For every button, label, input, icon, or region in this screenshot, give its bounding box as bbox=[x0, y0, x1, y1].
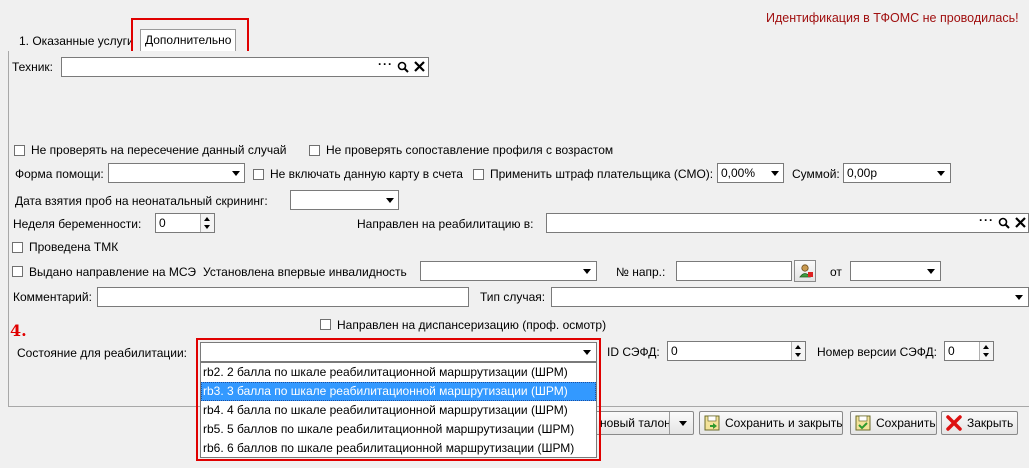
help-form-label: Форма помощи: bbox=[15, 167, 104, 181]
save-close-icon bbox=[704, 415, 720, 431]
chevron-down-icon[interactable] bbox=[1015, 295, 1023, 300]
chevron-down-icon[interactable] bbox=[386, 198, 394, 203]
clear-icon[interactable] bbox=[414, 61, 425, 72]
close-icon bbox=[946, 415, 962, 431]
rehab-option-rb5[interactable]: rb5. 5 баллов по шкале реабилитационной … bbox=[201, 420, 596, 439]
pregnancy-week-label: Неделя беременности: bbox=[13, 217, 142, 231]
save-close-label: Сохранить и закрыть bbox=[725, 416, 843, 430]
tfoms-alert: Идентификация в ТФОМС не проводилась! bbox=[766, 11, 1019, 25]
mse-referral-checkbox[interactable] bbox=[12, 266, 23, 277]
save-icon bbox=[855, 415, 871, 431]
save-close-button[interactable]: Сохранить и закрыть bbox=[699, 411, 843, 435]
help-form-dropdown[interactable] bbox=[108, 163, 245, 183]
exclude-from-invoice-label: Не включать данную карту в счета bbox=[270, 167, 463, 181]
no-check-profile-age-checkbox[interactable] bbox=[309, 145, 320, 156]
close-button[interactable]: Закрыть bbox=[941, 411, 1018, 435]
tab-provided-services[interactable]: 1. Оказанные услуги bbox=[14, 30, 139, 52]
sefd-id-spin[interactable] bbox=[791, 342, 805, 360]
sum-dropdown[interactable]: 0,00р bbox=[843, 163, 951, 183]
chevron-down-icon[interactable] bbox=[927, 269, 935, 274]
disability-label: Установлена впервые инвалидность bbox=[203, 265, 407, 279]
tmk-checkbox[interactable] bbox=[12, 242, 23, 253]
new-ticket-button[interactable]: новый талон bbox=[590, 411, 694, 435]
person-lookup-icon bbox=[799, 264, 813, 278]
referral-number-label: № напр.: bbox=[616, 265, 666, 279]
comment-input[interactable] bbox=[97, 287, 469, 307]
new-ticket-label: новый талон bbox=[600, 416, 671, 430]
search-icon[interactable] bbox=[998, 217, 1010, 229]
technician-label: Техник: bbox=[12, 60, 53, 74]
ellipsis-icon[interactable]: ··· bbox=[378, 57, 393, 71]
referral-number-field[interactable] bbox=[676, 261, 792, 281]
case-type-label: Тип случая: bbox=[480, 290, 546, 304]
rehab-referral-field[interactable] bbox=[546, 213, 1029, 233]
search-icon[interactable] bbox=[397, 61, 409, 73]
rehab-option-rb3[interactable]: rb3. 3 балла по шкале реабилитационной м… bbox=[201, 382, 596, 401]
step-annotation: 4. bbox=[10, 321, 27, 340]
from-label: от bbox=[830, 265, 842, 279]
chevron-down-icon[interactable] bbox=[771, 171, 779, 176]
sefd-id-label: ID СЭФД: bbox=[607, 345, 660, 359]
dispensary-checkbox[interactable] bbox=[320, 319, 331, 330]
exclude-from-invoice-checkbox[interactable] bbox=[253, 169, 264, 180]
sefd-version-label: Номер версии СЭФД: bbox=[817, 345, 937, 359]
chevron-down-icon[interactable] bbox=[583, 350, 591, 355]
no-check-profile-age-label: Не проверять сопоставление профиля с воз… bbox=[326, 143, 614, 157]
lookup-person-button[interactable] bbox=[794, 260, 816, 282]
sefd-version-spin[interactable] bbox=[979, 342, 993, 360]
split-divider bbox=[669, 412, 670, 434]
tmk-label: Проведена ТМК bbox=[29, 240, 119, 254]
dispensary-label: Направлен на диспансеризацию (проф. осмо… bbox=[337, 318, 607, 332]
no-check-intersection-label: Не проверять на пересечение данный случа… bbox=[31, 143, 287, 157]
pregnancy-week-spin[interactable] bbox=[200, 214, 214, 232]
apply-penalty-label: Применить штраф плательщика (СМО): bbox=[490, 167, 714, 181]
chevron-down-icon[interactable] bbox=[583, 269, 591, 274]
close-label: Закрыть bbox=[967, 416, 1014, 430]
technician-field[interactable] bbox=[61, 57, 429, 77]
save-button[interactable]: Сохранить bbox=[850, 411, 937, 435]
rehab-option-rb6[interactable]: rb6. 6 баллов по шкале реабилитационной … bbox=[201, 439, 596, 458]
save-label: Сохранить bbox=[876, 416, 936, 430]
chevron-down-icon[interactable] bbox=[679, 421, 687, 426]
sefd-id-stepper[interactable]: 0 bbox=[667, 341, 806, 361]
mse-referral-label: Выдано направление на МСЭ bbox=[29, 265, 196, 279]
apply-penalty-checkbox[interactable] bbox=[473, 169, 484, 180]
sum-label: Суммой: bbox=[792, 167, 840, 181]
comment-label: Комментарий: bbox=[13, 290, 92, 304]
disability-dropdown[interactable] bbox=[420, 261, 597, 281]
neonatal-date-label: Дата взятия проб на неонатальный скринин… bbox=[15, 194, 268, 208]
neonatal-date-dropdown[interactable] bbox=[290, 190, 399, 210]
rehab-referral-label: Направлен на реабилитацию в: bbox=[357, 217, 534, 231]
chevron-down-icon[interactable] bbox=[937, 171, 945, 176]
tab-additional[interactable]: Дополнительно bbox=[140, 29, 237, 51]
no-check-intersection-checkbox[interactable] bbox=[14, 145, 25, 156]
chevron-down-icon[interactable] bbox=[232, 171, 240, 176]
ellipsis-icon[interactable]: ··· bbox=[979, 213, 994, 227]
rehab-state-options-list: rb2. 2 балла по шкале реабилитационной м… bbox=[200, 362, 597, 458]
rehab-state-dropdown[interactable] bbox=[200, 342, 597, 362]
rehab-state-label: Состояние для реабилитации: bbox=[17, 346, 187, 360]
clear-icon[interactable] bbox=[1015, 217, 1026, 228]
case-type-dropdown[interactable] bbox=[551, 287, 1029, 307]
rehab-option-rb4[interactable]: rb4. 4 балла по шкале реабилитационной м… bbox=[201, 401, 596, 420]
rehab-option-rb2[interactable]: rb2. 2 балла по шкале реабилитационной м… bbox=[201, 363, 596, 382]
